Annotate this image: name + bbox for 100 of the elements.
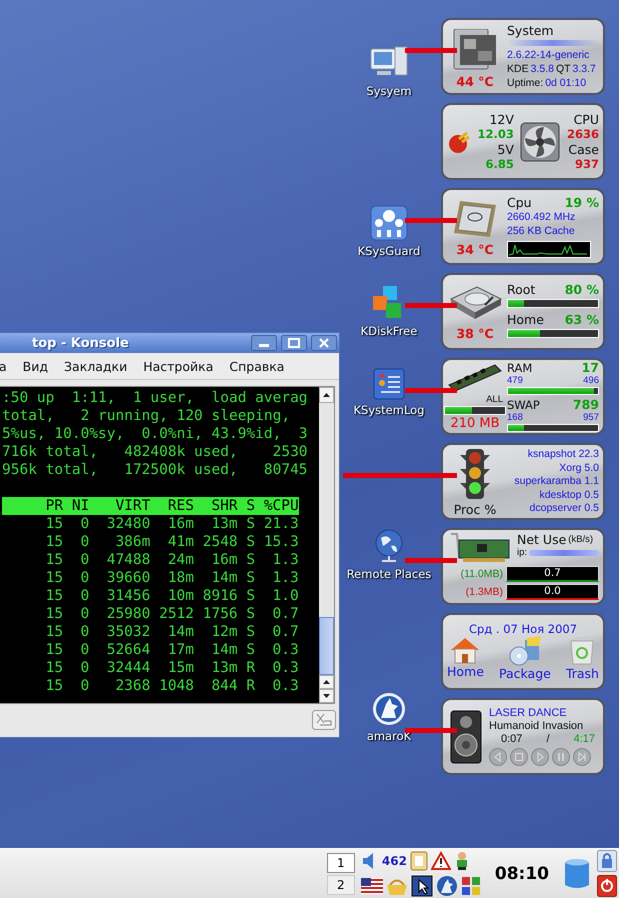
qt-version: 3.3.7 <box>572 63 596 76</box>
table-cell-text: S <box>245 605 256 623</box>
launcher-label[interactable]: Package <box>499 666 551 681</box>
memory-bar <box>444 406 506 414</box>
traffic-total: (1.3MB) <box>464 586 503 598</box>
table-cell-text: 0.3 <box>272 641 299 659</box>
launcher-label[interactable]: Home <box>447 664 484 679</box>
cpu-frequency: 2660.492 MHz <box>507 211 576 224</box>
table-cell-text: 15 <box>44 533 64 551</box>
sensor-label: Case <box>568 142 599 156</box>
table-cell-text: 0 <box>80 587 90 605</box>
scrollbar[interactable] <box>319 387 334 703</box>
maximize-button[interactable] <box>281 335 307 351</box>
table-cell-text: 10m <box>166 587 194 605</box>
warning-icon[interactable] <box>430 851 451 871</box>
icon-label[interactable]: KDiskFree <box>360 324 418 339</box>
terminal-line: 956k total, 172500k used, 80745 <box>2 461 309 479</box>
menu-item[interactable]: Вид <box>14 358 56 374</box>
column-header: RES <box>166 497 194 515</box>
column-header: VIRT <box>114 497 150 515</box>
table-cell-text: S <box>245 551 256 569</box>
table-cell-text: S <box>245 515 256 533</box>
next-button[interactable] <box>573 748 591 766</box>
flag-icon[interactable] <box>360 878 383 894</box>
table-cell-text: 1.3 <box>272 551 299 569</box>
color-blocks-icon[interactable] <box>460 876 481 896</box>
play-button[interactable] <box>531 748 549 766</box>
table-cell-text: S <box>245 641 256 659</box>
table-cell-text: 13m <box>210 515 238 533</box>
table-cell-text: 0 <box>80 515 90 533</box>
icon-label[interactable]: KSysGuard <box>358 244 420 259</box>
close-button[interactable] <box>311 335 337 351</box>
ip-label: ip: <box>517 548 528 558</box>
wolf-icon[interactable] <box>436 875 458 897</box>
column-header: PR <box>44 497 64 515</box>
trash-can-icon[interactable] <box>563 858 591 890</box>
memory-total: 210 MB <box>450 416 500 430</box>
gauges-icon[interactable] <box>370 205 408 241</box>
icon-label[interactable]: KSystemLog <box>354 403 424 418</box>
table-cell-text: 47488 <box>106 551 150 569</box>
uptime-value: 0d 01:10 <box>545 77 586 90</box>
table-cell-text: 0 <box>80 659 90 677</box>
globe-icon[interactable] <box>373 528 405 564</box>
menu-item[interactable]: Справка <box>221 358 292 374</box>
cursor-window-icon[interactable] <box>410 875 433 897</box>
house-icon[interactable] <box>449 636 482 664</box>
table-cell-text: 35032 <box>106 623 150 641</box>
minimize-button[interactable] <box>251 335 277 351</box>
table-cell-text: 2548 <box>202 533 238 551</box>
cpu-cache: 256 KB Cache <box>507 225 576 238</box>
clock[interactable]: 08:10 <box>494 864 549 884</box>
temperature: 44 °C <box>456 74 494 88</box>
table-cell-text: 386m <box>114 533 150 551</box>
widget-title: Proc % <box>454 502 496 516</box>
icon-label[interactable]: amaroK <box>366 729 412 744</box>
power-button[interactable] <box>597 875 617 897</box>
widget-title: Cpu <box>507 195 532 210</box>
stop-button[interactable] <box>510 748 528 766</box>
sensor-label: 12V <box>489 112 514 126</box>
icon-label[interactable]: Sysyem <box>366 84 412 99</box>
uptime-label: Uptime: <box>507 77 544 90</box>
desktop-switcher[interactable]: 1 <box>326 852 355 872</box>
temperature: 34 °C <box>456 242 494 256</box>
menu-item[interactable]: а <box>0 358 15 374</box>
prev-button[interactable] <box>489 748 507 766</box>
memory-label: SWAP <box>507 399 540 412</box>
table-cell-text: 8916 <box>202 587 238 605</box>
table-cell-text: 32480 <box>106 515 150 533</box>
pause-button[interactable] <box>552 748 570 766</box>
widget-title: Net Use <box>517 532 566 547</box>
mail-count[interactable]: 462 <box>382 854 407 868</box>
memory-size: 496 <box>583 376 599 386</box>
wolf-icon[interactable] <box>372 692 406 726</box>
table-cell-text: 15 <box>44 605 64 623</box>
scroll-thumb[interactable] <box>319 617 334 675</box>
terminal-line: 5%us, 10.0%sy, 0.0%ni, 43.9%id, 3 <box>2 425 309 443</box>
table-cell-text: 15.3 <box>262 533 299 551</box>
desktop-switcher[interactable]: 2 <box>326 874 355 894</box>
table-cell-text: 2368 <box>114 677 150 695</box>
log-icon[interactable] <box>373 368 405 400</box>
menu-item[interactable]: Закладки <box>56 358 136 374</box>
table-cell-text: 16m <box>166 515 194 533</box>
menu-item[interactable]: Настройка <box>135 358 222 374</box>
icon-label[interactable]: Remote Places <box>346 567 432 582</box>
process-entry: Xorg 5.0 <box>559 462 599 474</box>
table-cell-text: 0 <box>80 551 90 569</box>
table-cell-text: 41m <box>166 533 194 551</box>
qt-label: QT <box>556 63 571 76</box>
disk-usage: 80 % <box>564 282 599 297</box>
notes-icon[interactable] <box>410 851 428 871</box>
launcher-label[interactable]: Trash <box>566 666 599 681</box>
table-cell-text: 52664 <box>106 641 150 659</box>
table-cell-text: 18m <box>166 569 194 587</box>
cpu-load: 19 % <box>564 195 599 210</box>
traffic-rate: 0.7 <box>506 566 599 582</box>
table-cell-text: S <box>245 533 256 551</box>
table-cell-text: 2512 <box>158 605 194 623</box>
table-cell-text: 16m <box>210 551 238 569</box>
table-cell-text: 13m <box>210 659 238 677</box>
fan-speed: 937 <box>574 156 599 172</box>
